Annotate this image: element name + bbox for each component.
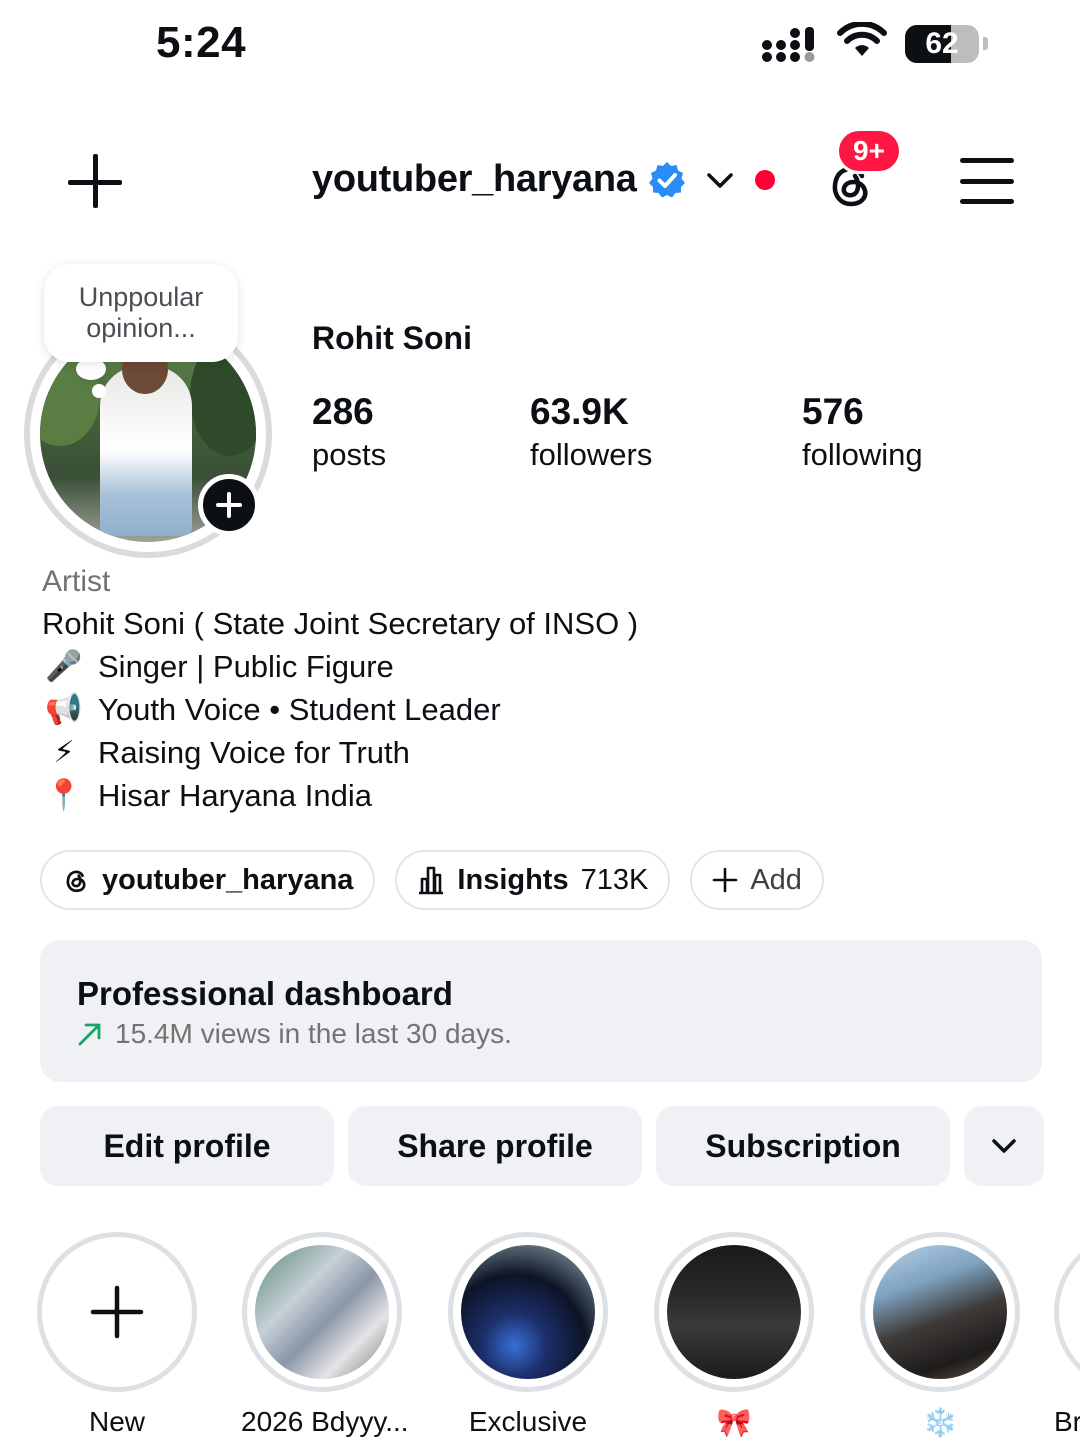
plus-icon <box>216 492 242 518</box>
bio-text: Youth Voice • Student Leader <box>98 692 501 727</box>
full-name: Rohit Soni <box>312 320 472 356</box>
location-pin-icon: 📍 <box>45 779 83 812</box>
highlight-ring <box>448 1232 608 1392</box>
profile-links: youtuber_haryana Insights 713K Add <box>40 850 824 910</box>
chevron-down-icon[interactable] <box>705 165 735 195</box>
account-switcher[interactable]: youtuber_haryana <box>312 158 775 201</box>
highlight-label: New <box>88 1406 145 1437</box>
highlight-item[interactable]: ❄️ <box>859 1232 1021 1439</box>
wifi-icon <box>837 20 887 65</box>
bio-text: Raising Voice for Truth <box>98 735 410 770</box>
profile-note[interactable]: Unppoular opinion... <box>44 264 238 362</box>
stat-label: posts <box>312 437 387 472</box>
status-time: 5:24 <box>156 18 247 67</box>
highlight-item[interactable]: 2026 Bdyyy... <box>241 1232 409 1438</box>
bio-text: Hisar Haryana India <box>98 778 372 813</box>
megaphone-icon: 📢 <box>45 693 83 726</box>
highlight-label: 🎀 <box>716 1407 752 1438</box>
highlight-cover <box>255 1245 389 1379</box>
highlight-label: Br <box>1054 1406 1080 1437</box>
insights-value: 713K <box>580 863 649 896</box>
battery-level: 62 <box>925 26 959 60</box>
plus-icon <box>713 867 738 893</box>
highlight-cover <box>873 1245 1007 1379</box>
stat-value: 286 <box>312 391 374 432</box>
highlight-item[interactable]: Br <box>1054 1232 1080 1438</box>
dashboard-subtitle: 15.4M views in the last 30 days. <box>77 1018 1042 1050</box>
highlight-ring <box>860 1232 1020 1392</box>
insights-label: Insights <box>457 863 569 896</box>
stat-value: 576 <box>802 391 864 432</box>
stat-label: following <box>802 437 923 472</box>
insights-icon <box>419 866 444 895</box>
highlight-ring <box>242 1232 402 1392</box>
highlight-item[interactable]: Exclusive <box>447 1232 609 1438</box>
highlight-ring <box>1054 1232 1080 1392</box>
highlight-item[interactable]: 🎀 <box>653 1232 815 1439</box>
stat-value: 63.9K <box>530 391 629 432</box>
unread-dot <box>754 169 775 190</box>
trend-arrow-icon <box>78 1023 101 1046</box>
menu-icon[interactable] <box>960 158 1014 204</box>
cellular-signal-icon <box>761 25 819 63</box>
bio-line: Rohit Soni ( State Joint Secretary of IN… <box>42 602 1042 645</box>
edit-profile-button[interactable]: Edit profile <box>40 1106 334 1186</box>
share-profile-button[interactable]: Share profile <box>348 1106 642 1186</box>
microphone-icon: 🎤 <box>45 650 83 683</box>
battery-indicator: 62 <box>905 24 979 63</box>
plus-icon <box>90 1285 144 1339</box>
add-link-pill[interactable]: Add <box>690 850 824 910</box>
note-bubble-tail-small <box>92 384 106 398</box>
highlight-new[interactable]: New <box>36 1232 198 1438</box>
stat-posts[interactable]: 286 posts <box>312 392 386 478</box>
highlight-ring <box>654 1232 814 1392</box>
lightning-icon: ⚡ <box>53 736 75 769</box>
highlight-ring <box>37 1232 197 1392</box>
bio-category: Artist <box>42 565 111 598</box>
bio-line: 📍 Hisar Haryana India <box>42 774 1042 817</box>
highlight-label: Exclusive <box>468 1406 588 1437</box>
suggested-accounts-button[interactable] <box>964 1106 1044 1186</box>
chevron-down-icon <box>992 1139 1016 1153</box>
username: youtuber_haryana <box>312 158 637 200</box>
add-label: Add <box>750 863 802 896</box>
dashboard-title: Professional dashboard <box>77 975 453 1012</box>
bio-line: ⚡ Raising Voice for Truth <box>42 731 1042 774</box>
bio-line: 🎤 Singer | Public Figure <box>42 645 1042 688</box>
highlight-cover <box>461 1245 595 1379</box>
subscription-button[interactable]: Subscription <box>656 1106 950 1186</box>
dashboard-views-text: 15.4M views in the last 30 days. <box>115 1018 512 1049</box>
verified-icon <box>648 161 685 197</box>
insights-pill[interactable]: Insights 713K <box>395 850 671 910</box>
add-story-button[interactable] <box>198 474 260 536</box>
status-icons: 62 <box>761 20 988 65</box>
stat-label: followers <box>530 437 653 472</box>
bio-text: Singer | Public Figure <box>98 649 394 684</box>
notification-badge: 9+ <box>836 128 902 174</box>
profile-actions: Edit profile Share profile Subscription <box>40 1106 1044 1186</box>
threads-icon <box>66 870 86 893</box>
stat-followers[interactable]: 63.9K followers <box>530 392 652 478</box>
highlight-label: 2026 Bdyyy... <box>241 1406 409 1437</box>
highlight-label: ❄️ <box>922 1407 958 1438</box>
bio: Artist Rohit Soni ( State Joint Secretar… <box>42 562 1042 817</box>
bio-line: 📢 Youth Voice • Student Leader <box>42 688 1042 731</box>
create-plus-icon[interactable] <box>68 154 124 210</box>
threads-profile-pill[interactable]: youtuber_haryana <box>40 850 376 910</box>
battery-tip <box>983 37 988 50</box>
stat-following[interactable]: 576 following <box>802 392 923 478</box>
threads-handle: youtuber_haryana <box>102 863 354 896</box>
professional-dashboard[interactable]: Professional dashboard 15.4M views in th… <box>40 940 1042 1082</box>
bio-text: Rohit Soni ( State Joint Secretary of IN… <box>42 606 639 641</box>
highlight-cover <box>667 1245 801 1379</box>
